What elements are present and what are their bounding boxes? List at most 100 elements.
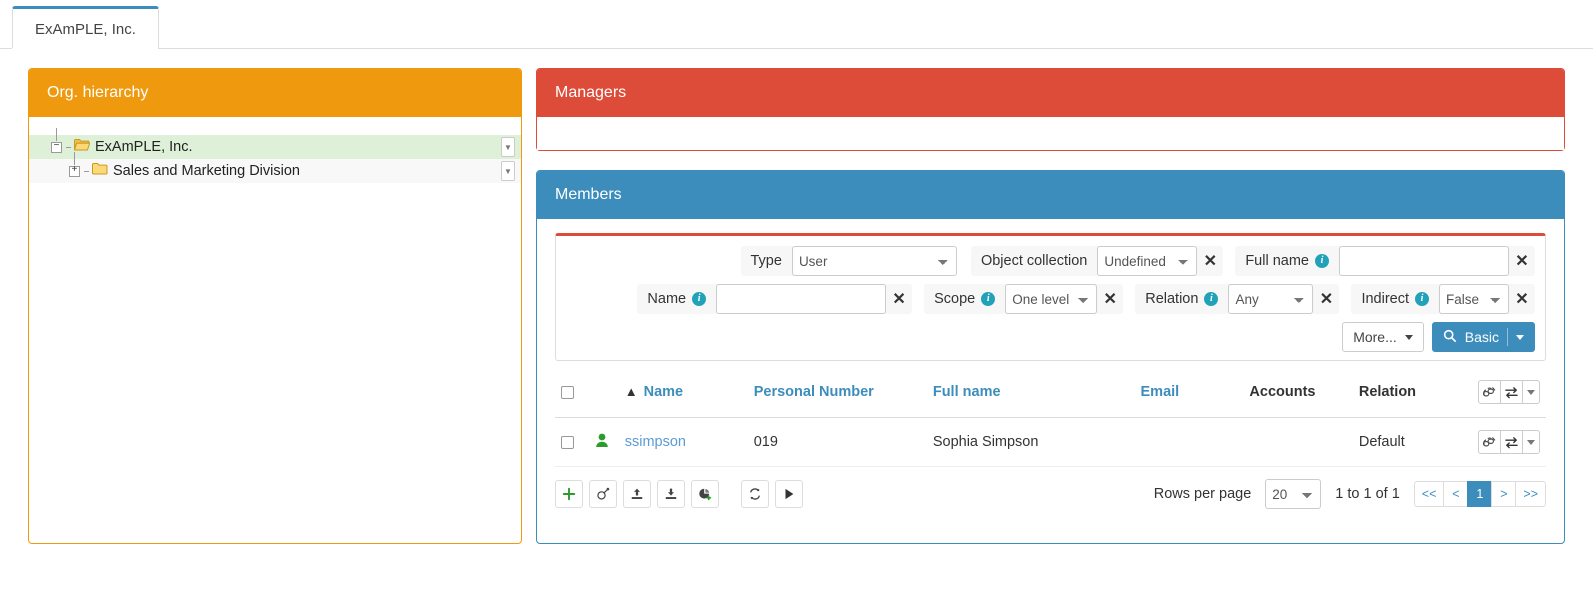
column-header-name[interactable]: ▲Name bbox=[619, 367, 748, 418]
user-name-link[interactable]: ssimpson bbox=[625, 434, 686, 450]
clear-indirect-icon[interactable]: ✕ bbox=[1509, 284, 1535, 314]
filter-type: Type User bbox=[741, 246, 957, 276]
tab-underline-mask bbox=[12, 48, 130, 50]
members-table: ▲Name Personal Number Full name Email Ac bbox=[555, 367, 1546, 467]
tree-line bbox=[74, 152, 75, 165]
clear-name-icon[interactable]: ✕ bbox=[886, 284, 912, 314]
filter-object-collection-label: Object collection bbox=[971, 246, 1097, 276]
filter-type-label: Type bbox=[741, 246, 792, 276]
tree-node-sales-marketing[interactable]: + Sales and Marketing Division ▼ bbox=[29, 159, 521, 183]
export-icon[interactable] bbox=[657, 480, 685, 508]
more-filters-button[interactable]: More... bbox=[1342, 322, 1424, 352]
managers-header: Managers bbox=[537, 69, 1564, 117]
column-label-full-name: Full name bbox=[933, 384, 1001, 400]
column-header-personal-number[interactable]: Personal Number bbox=[748, 367, 927, 418]
filter-relation-select[interactable]: Any bbox=[1228, 284, 1313, 314]
filter-scope-select[interactable]: One level bbox=[1005, 284, 1097, 314]
filter-indirect-label: Indirect i bbox=[1351, 284, 1439, 314]
import-icon[interactable] bbox=[623, 480, 651, 508]
unlink-icon[interactable] bbox=[1479, 431, 1501, 453]
info-icon[interactable]: i bbox=[1204, 292, 1218, 306]
report-icon[interactable] bbox=[691, 480, 719, 508]
row-full-name-cell: Sophia Simpson bbox=[927, 418, 1135, 467]
row-name-cell: ssimpson bbox=[619, 418, 748, 467]
table-row[interactable]: ssimpson 019 Sophia Simpson Default bbox=[555, 418, 1546, 467]
members-filter-box: Type User Object collection Undefined ✕ bbox=[555, 233, 1546, 361]
filter-scope-text: Scope bbox=[934, 291, 975, 307]
row-type-cell bbox=[589, 418, 619, 467]
select-all-header bbox=[555, 367, 589, 418]
tree-node-menu-caret-icon[interactable]: ▼ bbox=[501, 137, 515, 157]
header-action-buttons bbox=[1478, 380, 1540, 404]
filter-object-collection-select[interactable]: Undefined bbox=[1097, 246, 1197, 276]
basic-search-button[interactable]: Basic bbox=[1432, 322, 1535, 352]
info-icon[interactable]: i bbox=[692, 292, 706, 306]
previous-page-button[interactable]: < bbox=[1443, 481, 1467, 507]
select-all-checkbox[interactable] bbox=[561, 386, 574, 399]
org-hierarchy-header: Org. hierarchy bbox=[29, 69, 521, 117]
rows-per-page-select[interactable]: 20 bbox=[1265, 479, 1321, 509]
transfer-icon[interactable] bbox=[1501, 431, 1523, 453]
org-hierarchy-panel: Org. hierarchy − ExAmPLE, Inc. ▼ bbox=[28, 68, 522, 544]
filter-indirect-select[interactable]: False bbox=[1439, 284, 1509, 314]
info-icon[interactable]: i bbox=[1415, 292, 1429, 306]
tree-node-menu-caret-icon[interactable]: ▼ bbox=[501, 161, 515, 181]
column-label-personal-number: Personal Number bbox=[754, 384, 874, 400]
next-page-button[interactable]: > bbox=[1491, 481, 1515, 507]
filter-type-select[interactable]: User bbox=[792, 246, 957, 276]
row-actions-chevron-down-icon[interactable] bbox=[1523, 431, 1539, 453]
info-icon[interactable]: i bbox=[981, 292, 995, 306]
filter-name-input[interactable] bbox=[716, 284, 886, 314]
chevron-down-icon bbox=[1405, 335, 1413, 340]
refresh-icon[interactable] bbox=[741, 480, 769, 508]
members-table-body: ssimpson 019 Sophia Simpson Default bbox=[555, 418, 1546, 467]
column-header-relation: Relation bbox=[1353, 367, 1472, 418]
managers-title: Managers bbox=[555, 84, 626, 102]
members-header: Members bbox=[537, 171, 1564, 219]
last-page-button[interactable]: >> bbox=[1515, 481, 1546, 507]
filter-full-name-input[interactable] bbox=[1339, 246, 1509, 276]
assign-icon[interactable] bbox=[589, 480, 617, 508]
column-label-name: Name bbox=[644, 384, 684, 400]
row-relation-cell: Default bbox=[1353, 418, 1472, 467]
column-label-accounts: Accounts bbox=[1249, 384, 1315, 400]
row-checkbox[interactable] bbox=[561, 436, 574, 449]
run-icon[interactable] bbox=[775, 480, 803, 508]
filter-relation-text: Relation bbox=[1145, 291, 1198, 307]
filter-indirect: Indirect i False ✕ bbox=[1351, 284, 1535, 314]
header-actions-chevron-down-icon[interactable] bbox=[1523, 381, 1539, 403]
tab-example-inc[interactable]: ExAmPLE, Inc. bbox=[12, 6, 159, 49]
transfer-icon[interactable] bbox=[1501, 381, 1523, 403]
tree-expander-expand-icon[interactable]: + bbox=[69, 166, 80, 177]
unlink-icon[interactable] bbox=[1479, 381, 1501, 403]
pagination-range-label: 1 to 1 of 1 bbox=[1335, 486, 1400, 502]
filter-row-2: Name i ✕ Scope i One level bbox=[566, 284, 1535, 314]
page-buttons: << < 1 > >> bbox=[1414, 481, 1546, 507]
tree-node-root[interactable]: − ExAmPLE, Inc. ▼ bbox=[29, 135, 521, 159]
clear-full-name-icon[interactable]: ✕ bbox=[1509, 246, 1535, 276]
info-icon[interactable]: i bbox=[1315, 254, 1329, 268]
basic-search-label: Basic bbox=[1465, 329, 1499, 345]
column-header-actions bbox=[1472, 367, 1546, 418]
org-tree: − ExAmPLE, Inc. ▼ + bbox=[29, 117, 521, 183]
managers-panel: Managers bbox=[536, 68, 1565, 151]
rows-per-page-label: Rows per page bbox=[1154, 486, 1252, 502]
row-select-cell bbox=[555, 418, 589, 467]
tree-expander-collapse-icon[interactable]: − bbox=[51, 142, 62, 153]
clear-object-collection-icon[interactable]: ✕ bbox=[1197, 246, 1223, 276]
page-button-1[interactable]: 1 bbox=[1467, 481, 1491, 507]
row-email-cell bbox=[1135, 418, 1244, 467]
tab-bar: ExAmPLE, Inc. bbox=[0, 0, 1593, 49]
first-page-button[interactable]: << bbox=[1414, 481, 1444, 507]
chevron-down-icon[interactable] bbox=[1516, 335, 1524, 340]
folder-open-icon bbox=[74, 138, 90, 156]
column-header-email[interactable]: Email bbox=[1135, 367, 1244, 418]
column-header-full-name[interactable]: Full name bbox=[927, 367, 1135, 418]
divider bbox=[1507, 328, 1508, 346]
new-icon[interactable] bbox=[555, 480, 583, 508]
clear-relation-icon[interactable]: ✕ bbox=[1313, 284, 1339, 314]
column-label-email: Email bbox=[1141, 384, 1180, 400]
clear-scope-icon[interactable]: ✕ bbox=[1097, 284, 1123, 314]
filter-name: Name i ✕ bbox=[637, 284, 912, 314]
members-bottom-bar: Rows per page 20 1 to 1 of 1 << < 1 > >> bbox=[555, 479, 1546, 509]
